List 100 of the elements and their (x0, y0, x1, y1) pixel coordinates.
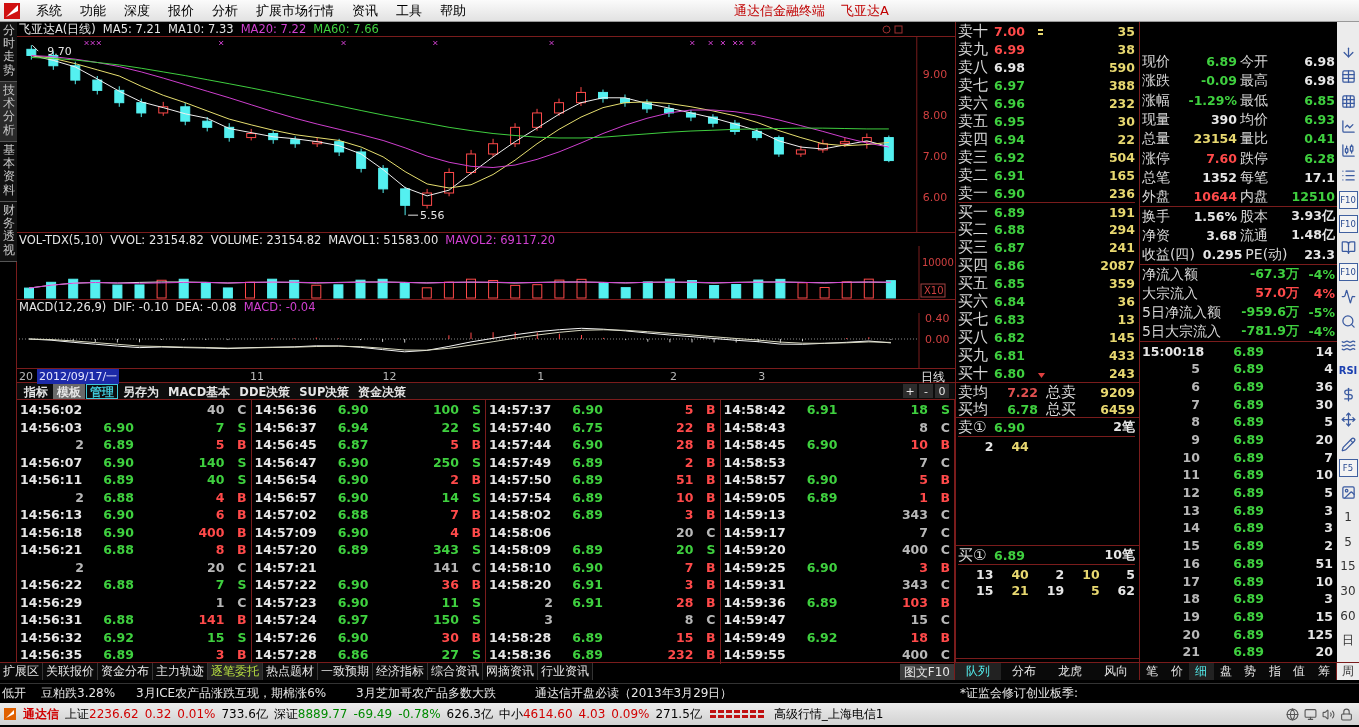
period-button[interactable]: 周 (1337, 663, 1359, 680)
panel-tab[interactable]: 指 (1262, 663, 1287, 680)
panel-tab[interactable]: 风向 (1093, 663, 1139, 680)
volume-cell-text: 10 (909, 437, 928, 453)
news-link[interactable]: 通达信开盘必读（2013年3月29日） (535, 685, 960, 702)
side-cell-text: B (704, 629, 716, 645)
zoom-button[interactable]: + (903, 384, 917, 398)
panel-tab[interactable]: 龙虎 (1047, 663, 1093, 680)
toolbar-button[interactable]: F10 (1338, 214, 1358, 233)
side-tab[interactable]: 财务透视 (0, 202, 17, 262)
news-link[interactable]: 豆粕跌3.28% (41, 685, 136, 702)
panel-tab[interactable]: 筹 (1311, 663, 1336, 680)
toolbar-tab[interactable]: 管理 (86, 383, 118, 399)
monitor-icon[interactable] (1304, 707, 1317, 721)
order-size: 2 (983, 439, 994, 454)
bottom-tab[interactable]: 综合资讯 (428, 663, 483, 680)
bottom-tab[interactable]: 关联报价 (43, 663, 98, 680)
price-value: 6.81 (994, 348, 1026, 363)
price-cell-text: 6.89 (1232, 573, 1264, 589)
side-tab[interactable]: 分时走势 (0, 22, 17, 82)
bottom-tab[interactable]: 资金分布 (98, 663, 153, 680)
bottom-tab[interactable]: 热点题材 (263, 663, 318, 680)
side-cell-text: B (235, 437, 247, 453)
stock-title: 飞亚达A (841, 1, 889, 20)
menu-item[interactable]: 帮助 (431, 0, 475, 21)
bottom-tab[interactable]: 扩展区 (0, 663, 43, 680)
globe-icon[interactable] (1286, 707, 1299, 721)
zoom-button[interactable]: 0 (935, 384, 949, 398)
panel-tab[interactable]: 值 (1287, 663, 1312, 680)
period-button[interactable]: 60 (1338, 603, 1358, 628)
panel-tab[interactable]: 价 (1164, 663, 1189, 680)
bottom-tab[interactable]: 经济指标 (373, 663, 428, 680)
total-label: 总卖 (1045, 383, 1077, 402)
indicator-value: VVOL: 23154.82 (110, 232, 204, 247)
level-label: 买九 (958, 346, 989, 365)
period-button[interactable]: 日 (1338, 627, 1358, 653)
period-button[interactable]: 1 (1338, 504, 1358, 530)
side-cell-text: B (704, 647, 716, 663)
side-tab[interactable]: 技术分析 (0, 82, 17, 142)
bottom-tab[interactable]: 主力轨迹 (153, 663, 208, 680)
panel-tab[interactable]: 盘 (1213, 663, 1238, 680)
toolbar-tab[interactable]: 另存为 (119, 383, 163, 399)
side-tab[interactable]: 基本资料 (0, 142, 17, 202)
panel-tab[interactable]: 笔 (1140, 663, 1165, 680)
level-label: 买十 (958, 364, 989, 383)
news-link[interactable]: 3月芝加哥农产品多数大跌 (356, 685, 535, 702)
zoom-button[interactable]: - (919, 384, 933, 398)
volume-cell-text: 15 (909, 612, 928, 628)
menu-item[interactable]: 扩展市场行情 (247, 0, 343, 21)
indicator-value: VOLUME: 23154.82 (210, 232, 322, 247)
panel-tab[interactable]: 队列 (955, 663, 1001, 680)
time-cell-text: 14:59:36 (723, 594, 787, 610)
volume-cell-text: 100 (431, 402, 459, 418)
price-cell-text: 6.90 (336, 402, 369, 418)
toolbar-tab[interactable]: 指标 (20, 383, 52, 399)
news-link[interactable]: 低开 (2, 685, 41, 702)
time-cell-text: 14:58:57 (723, 472, 787, 488)
news-link[interactable]: 3月ICE农产品涨跌互现，期棉涨6% (136, 685, 356, 702)
panel-tab[interactable]: 势 (1238, 663, 1263, 680)
volume-cell-text: 20 (206, 559, 225, 575)
price-cell-text: 6.90 (102, 419, 134, 435)
bottom-tab[interactable]: 一致预期 (318, 663, 373, 680)
period-button[interactable]: 30 (1338, 578, 1358, 604)
menu-item[interactable]: 分析 (203, 0, 247, 21)
toolbar-tab[interactable]: DDE决策 (235, 383, 295, 399)
lock-icon[interactable] (1340, 707, 1353, 721)
volume-value: 30 (1116, 114, 1135, 129)
volume-cell-text: 18 (909, 402, 928, 418)
bottom-tab[interactable]: 行业资讯 (538, 663, 593, 680)
stat-value: 0.41 (1303, 131, 1335, 147)
menu-item[interactable]: 功能 (71, 0, 115, 21)
toolbar-button[interactable]: RSI (1338, 357, 1358, 383)
bottom-tab[interactable]: 网摘资讯 (483, 663, 538, 680)
price-cell-text: 6.89 (102, 437, 134, 453)
stat-value: -1.29% (1187, 92, 1237, 108)
price-cell-text: 6.90 (102, 524, 134, 540)
volume-cell-text: 3 (918, 559, 928, 575)
toolbar-tab[interactable]: 资金决策 (354, 383, 411, 399)
menu-item[interactable]: 报价 (159, 0, 203, 21)
bottom-tab[interactable]: 逐笔委托 (208, 663, 263, 680)
panel-tab[interactable]: 分布 (1001, 663, 1047, 680)
period-button[interactable]: 15 (1338, 554, 1358, 579)
menu-item[interactable]: 系统 (27, 0, 71, 21)
toolbar-button[interactable]: F10 (1338, 263, 1358, 282)
menu-item[interactable]: 工具 (387, 0, 431, 21)
speaker-icon[interactable] (1322, 707, 1335, 721)
menu-item[interactable]: 深度 (115, 0, 159, 21)
period-button[interactable]: 5 (1338, 529, 1358, 555)
f10-button[interactable]: 图文F10 (899, 663, 954, 680)
toolbar-button[interactable]: F10 (1338, 190, 1358, 209)
panel-tab[interactable]: 细 (1189, 663, 1214, 680)
toolbar-button[interactable]: F5 (1338, 459, 1358, 478)
toolbar-tab[interactable]: SUP决策 (295, 383, 354, 399)
level-label: 买七 (958, 310, 989, 329)
toolbar-tab[interactable]: MACD基本 (164, 383, 235, 399)
news-link[interactable]: *证监会修订创业板季: (960, 685, 1359, 702)
price-cell-text: 6.89 (1232, 626, 1264, 642)
menu-item[interactable]: 资讯 (343, 0, 387, 21)
side-cell-text: B (704, 454, 716, 470)
time-cell-text: 14:58:10 (489, 559, 553, 575)
